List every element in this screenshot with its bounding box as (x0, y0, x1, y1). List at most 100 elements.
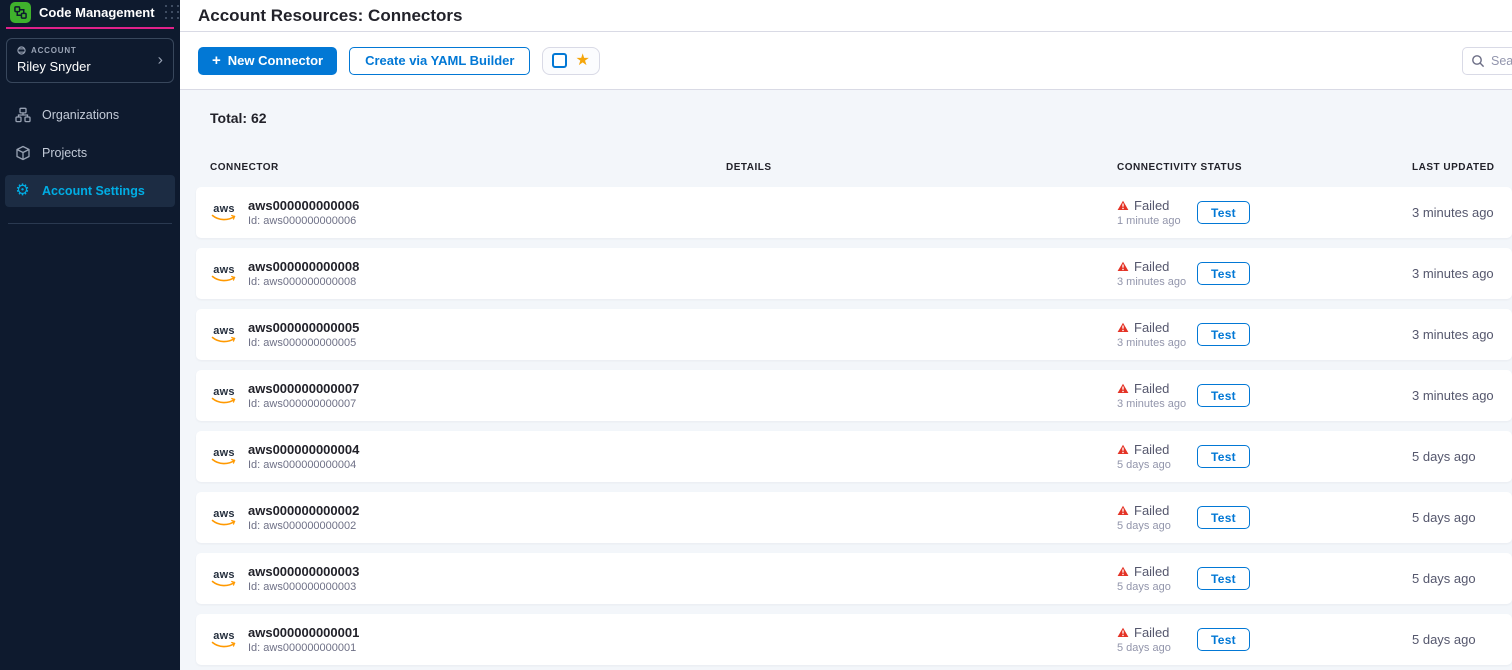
last-updated-cell: 3 minutes ago (1412, 388, 1512, 403)
status-cell: Failed 3 minutes ago Test (1117, 320, 1412, 349)
connector-name: aws000000000002 (248, 503, 359, 518)
sidebar-item-label: Organizations (42, 108, 119, 122)
star-icon[interactable]: ★ (575, 53, 589, 69)
total-count: Total: 62 (180, 110, 1512, 126)
account-scope-selector[interactable]: ACCOUNT Riley Snyder › (6, 38, 174, 83)
connector-id: Id: aws000000000008 (248, 276, 359, 288)
aws-logo-icon: aws (210, 326, 238, 344)
aws-logo-icon: aws (210, 631, 238, 649)
new-connector-button[interactable]: + New Connector (198, 47, 337, 75)
aws-logo-icon: aws (210, 387, 238, 405)
status-cell: Failed 5 days ago Test (1117, 503, 1412, 532)
title-bar: Account Resources: Connectors (180, 0, 1512, 32)
table-row[interactable]: aws aws000000000001 Id: aws000000000001 (196, 614, 1512, 665)
test-button[interactable]: Test (1197, 384, 1250, 407)
module-accent-divider (6, 27, 174, 29)
warning-triangle-icon (1117, 261, 1129, 272)
last-updated-cell: 3 minutes ago (1412, 266, 1512, 281)
status-time: 3 minutes ago (1117, 337, 1197, 349)
search-input[interactable] (1462, 47, 1512, 75)
table-row[interactable]: aws aws000000000003 Id: aws000000000003 (196, 553, 1512, 604)
connector-name: aws000000000005 (248, 320, 359, 335)
search-wrap (1462, 47, 1512, 75)
warning-triangle-icon (1117, 566, 1129, 577)
column-connectivity-status: CONNECTIVITY STATUS (1117, 162, 1412, 173)
connector-id: Id: aws000000000006 (248, 215, 359, 227)
chevron-right-icon[interactable]: › (158, 51, 163, 69)
table-row[interactable]: aws aws000000000005 Id: aws000000000005 (196, 309, 1512, 360)
toolbar: + New Connector Create via YAML Builder … (180, 32, 1512, 90)
status-cell: Failed 5 days ago Test (1117, 625, 1412, 654)
column-last-updated: LAST UPDATED (1412, 162, 1512, 173)
sidebar: Code Management ACCOUNT Riley Snyder › (0, 0, 180, 670)
module-title: Code Management (39, 5, 155, 20)
warning-triangle-icon (1117, 200, 1129, 211)
sidebar-item-account-settings[interactable]: ⚙ Account Settings (5, 175, 175, 207)
favorites-filter-checkbox[interactable] (552, 53, 567, 68)
aws-logo-icon: aws (210, 448, 238, 466)
test-button[interactable]: Test (1197, 201, 1250, 224)
test-button[interactable]: Test (1197, 628, 1250, 651)
status-cell: Failed 1 minute ago Test (1117, 198, 1412, 227)
connector-id: Id: aws000000000004 (248, 459, 359, 471)
last-updated-cell: 3 minutes ago (1412, 327, 1512, 342)
connector-cell: aws aws000000000008 Id: aws000000000008 (210, 259, 726, 288)
test-button[interactable]: Test (1197, 262, 1250, 285)
connector-cell: aws aws000000000007 Id: aws000000000007 (210, 381, 726, 410)
status-text: Failed (1134, 442, 1169, 457)
test-button[interactable]: Test (1197, 506, 1250, 529)
connector-name: aws000000000007 (248, 381, 359, 396)
sidebar-item-organizations[interactable]: Organizations (5, 99, 175, 131)
status-time: 3 minutes ago (1117, 276, 1197, 288)
last-updated-cell: 5 days ago (1412, 571, 1512, 586)
aws-logo-icon: aws (210, 509, 238, 527)
table-row[interactable]: aws aws000000000006 Id: aws000000000006 (196, 187, 1512, 238)
warning-triangle-icon (1117, 627, 1129, 638)
module-switcher-grid-icon[interactable] (163, 3, 183, 23)
status-time: 5 days ago (1117, 459, 1197, 471)
warning-triangle-icon (1117, 505, 1129, 516)
connector-id: Id: aws000000000005 (248, 337, 359, 349)
sidebar-nav: Organizations Projects ⚙ Account Setting… (0, 99, 180, 207)
test-button[interactable]: Test (1197, 567, 1250, 590)
table-row[interactable]: aws aws000000000004 Id: aws000000000004 (196, 431, 1512, 482)
search-icon (1471, 54, 1485, 73)
connector-name: aws000000000001 (248, 625, 359, 640)
status-time: 5 days ago (1117, 581, 1197, 593)
warning-triangle-icon (1117, 383, 1129, 394)
status-text: Failed (1134, 259, 1169, 274)
connectors-content: Total: 62 CONNECTOR DETAILS CONNECTIVITY… (180, 90, 1512, 670)
aws-logo-icon: aws (210, 570, 238, 588)
status-text: Failed (1134, 381, 1169, 396)
last-updated-cell: 5 days ago (1412, 449, 1512, 464)
table-row[interactable]: aws aws000000000002 Id: aws000000000002 (196, 492, 1512, 543)
table-row[interactable]: aws aws000000000007 Id: aws000000000007 (196, 370, 1512, 421)
module-header: Code Management (0, 0, 180, 27)
connector-cell: aws aws000000000005 Id: aws000000000005 (210, 320, 726, 349)
code-management-logo-icon[interactable] (10, 2, 31, 23)
account-scope-label: ACCOUNT (31, 46, 77, 55)
test-button[interactable]: Test (1197, 445, 1250, 468)
warning-triangle-icon (1117, 444, 1129, 455)
sidebar-item-projects[interactable]: Projects (5, 137, 175, 169)
status-text: Failed (1134, 198, 1169, 213)
plus-icon: + (212, 53, 221, 68)
status-time: 3 minutes ago (1117, 398, 1197, 410)
connector-cell: aws aws000000000004 Id: aws000000000004 (210, 442, 726, 471)
status-text: Failed (1134, 320, 1169, 335)
connector-cell: aws aws000000000001 Id: aws000000000001 (210, 625, 726, 654)
connector-cell: aws aws000000000003 Id: aws000000000003 (210, 564, 726, 593)
status-text: Failed (1134, 503, 1169, 518)
connector-id: Id: aws000000000001 (248, 642, 359, 654)
connector-name: aws000000000008 (248, 259, 359, 274)
table-row[interactable]: aws aws000000000008 Id: aws000000000008 (196, 248, 1512, 299)
account-name: Riley Snyder (17, 59, 139, 74)
status-cell: Failed 5 days ago Test (1117, 564, 1412, 593)
sidebar-item-label: Projects (42, 146, 87, 160)
test-button[interactable]: Test (1197, 323, 1250, 346)
total-value: 62 (251, 110, 267, 126)
sidebar-item-label: Account Settings (42, 184, 145, 198)
account-scope-icon (17, 46, 26, 55)
last-updated-cell: 5 days ago (1412, 510, 1512, 525)
create-via-yaml-builder-button[interactable]: Create via YAML Builder (349, 47, 530, 75)
